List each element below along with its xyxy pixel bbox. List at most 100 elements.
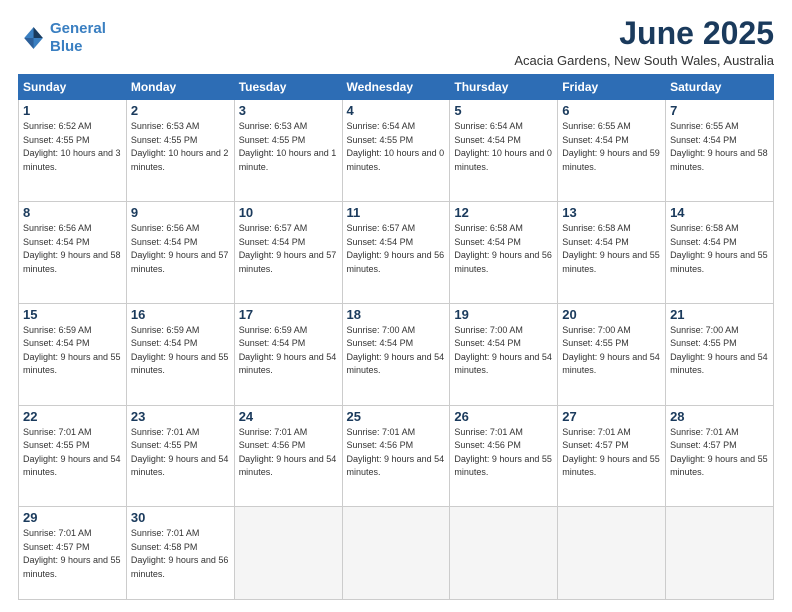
- day-number: 27: [562, 409, 661, 424]
- day-number: 25: [347, 409, 446, 424]
- day-info: Sunrise: 6:59 AM Sunset: 4:54 PM Dayligh…: [239, 324, 338, 378]
- table-row: [450, 507, 558, 600]
- col-saturday: Saturday: [666, 75, 774, 100]
- day-info: Sunrise: 7:01 AM Sunset: 4:57 PM Dayligh…: [670, 426, 769, 480]
- day-info: Sunrise: 6:56 AM Sunset: 4:54 PM Dayligh…: [23, 222, 122, 276]
- day-number: 10: [239, 205, 338, 220]
- table-row: 29 Sunrise: 7:01 AM Sunset: 4:57 PM Dayl…: [19, 507, 127, 600]
- calendar-row: 15 Sunrise: 6:59 AM Sunset: 4:54 PM Dayl…: [19, 303, 774, 405]
- logo-icon: [18, 24, 46, 52]
- day-info: Sunrise: 6:58 AM Sunset: 4:54 PM Dayligh…: [562, 222, 661, 276]
- table-row: 18 Sunrise: 7:00 AM Sunset: 4:54 PM Dayl…: [342, 303, 450, 405]
- day-info: Sunrise: 7:01 AM Sunset: 4:56 PM Dayligh…: [454, 426, 553, 480]
- day-info: Sunrise: 6:54 AM Sunset: 4:54 PM Dayligh…: [454, 120, 553, 174]
- day-info: Sunrise: 6:55 AM Sunset: 4:54 PM Dayligh…: [670, 120, 769, 174]
- day-number: 5: [454, 103, 553, 118]
- day-number: 4: [347, 103, 446, 118]
- table-row: 15 Sunrise: 6:59 AM Sunset: 4:54 PM Dayl…: [19, 303, 127, 405]
- day-number: 22: [23, 409, 122, 424]
- day-info: Sunrise: 7:01 AM Sunset: 4:55 PM Dayligh…: [23, 426, 122, 480]
- table-row: 8 Sunrise: 6:56 AM Sunset: 4:54 PM Dayli…: [19, 202, 127, 304]
- table-row: 2 Sunrise: 6:53 AM Sunset: 4:55 PM Dayli…: [126, 100, 234, 202]
- day-info: Sunrise: 6:53 AM Sunset: 4:55 PM Dayligh…: [239, 120, 338, 174]
- table-row: 7 Sunrise: 6:55 AM Sunset: 4:54 PM Dayli…: [666, 100, 774, 202]
- day-info: Sunrise: 6:54 AM Sunset: 4:55 PM Dayligh…: [347, 120, 446, 174]
- table-row: [666, 507, 774, 600]
- day-number: 13: [562, 205, 661, 220]
- day-number: 26: [454, 409, 553, 424]
- day-number: 16: [131, 307, 230, 322]
- day-info: Sunrise: 7:01 AM Sunset: 4:58 PM Dayligh…: [131, 527, 230, 581]
- day-number: 6: [562, 103, 661, 118]
- table-row: [558, 507, 666, 600]
- table-row: 10 Sunrise: 6:57 AM Sunset: 4:54 PM Dayl…: [234, 202, 342, 304]
- day-number: 24: [239, 409, 338, 424]
- logo-general: General: [50, 20, 106, 37]
- day-number: 29: [23, 510, 122, 525]
- day-info: Sunrise: 7:00 AM Sunset: 4:55 PM Dayligh…: [562, 324, 661, 378]
- day-number: 30: [131, 510, 230, 525]
- day-info: Sunrise: 7:01 AM Sunset: 4:57 PM Dayligh…: [562, 426, 661, 480]
- table-row: 9 Sunrise: 6:56 AM Sunset: 4:54 PM Dayli…: [126, 202, 234, 304]
- day-number: 23: [131, 409, 230, 424]
- table-row: 6 Sunrise: 6:55 AM Sunset: 4:54 PM Dayli…: [558, 100, 666, 202]
- day-info: Sunrise: 7:00 AM Sunset: 4:54 PM Dayligh…: [454, 324, 553, 378]
- col-sunday: Sunday: [19, 75, 127, 100]
- table-row: 25 Sunrise: 7:01 AM Sunset: 4:56 PM Dayl…: [342, 405, 450, 507]
- col-thursday: Thursday: [450, 75, 558, 100]
- table-row: 17 Sunrise: 6:59 AM Sunset: 4:54 PM Dayl…: [234, 303, 342, 405]
- calendar-row: 29 Sunrise: 7:01 AM Sunset: 4:57 PM Dayl…: [19, 507, 774, 600]
- day-number: 1: [23, 103, 122, 118]
- day-info: Sunrise: 6:57 AM Sunset: 4:54 PM Dayligh…: [347, 222, 446, 276]
- table-row: 24 Sunrise: 7:01 AM Sunset: 4:56 PM Dayl…: [234, 405, 342, 507]
- table-row: 16 Sunrise: 6:59 AM Sunset: 4:54 PM Dayl…: [126, 303, 234, 405]
- day-info: Sunrise: 6:52 AM Sunset: 4:55 PM Dayligh…: [23, 120, 122, 174]
- day-number: 14: [670, 205, 769, 220]
- day-number: 11: [347, 205, 446, 220]
- day-info: Sunrise: 6:55 AM Sunset: 4:54 PM Dayligh…: [562, 120, 661, 174]
- day-info: Sunrise: 7:00 AM Sunset: 4:55 PM Dayligh…: [670, 324, 769, 378]
- table-row: 22 Sunrise: 7:01 AM Sunset: 4:55 PM Dayl…: [19, 405, 127, 507]
- col-friday: Friday: [558, 75, 666, 100]
- day-info: Sunrise: 6:59 AM Sunset: 4:54 PM Dayligh…: [131, 324, 230, 378]
- day-number: 3: [239, 103, 338, 118]
- calendar-row: 22 Sunrise: 7:01 AM Sunset: 4:55 PM Dayl…: [19, 405, 774, 507]
- table-row: 11 Sunrise: 6:57 AM Sunset: 4:54 PM Dayl…: [342, 202, 450, 304]
- day-info: Sunrise: 7:00 AM Sunset: 4:54 PM Dayligh…: [347, 324, 446, 378]
- day-info: Sunrise: 7:01 AM Sunset: 4:57 PM Dayligh…: [23, 527, 122, 581]
- day-number: 19: [454, 307, 553, 322]
- day-number: 20: [562, 307, 661, 322]
- day-info: Sunrise: 6:58 AM Sunset: 4:54 PM Dayligh…: [670, 222, 769, 276]
- table-row: 13 Sunrise: 6:58 AM Sunset: 4:54 PM Dayl…: [558, 202, 666, 304]
- month-title: June 2025: [514, 16, 774, 51]
- table-row: 14 Sunrise: 6:58 AM Sunset: 4:54 PM Dayl…: [666, 202, 774, 304]
- table-row: 19 Sunrise: 7:00 AM Sunset: 4:54 PM Dayl…: [450, 303, 558, 405]
- day-number: 12: [454, 205, 553, 220]
- location-title: Acacia Gardens, New South Wales, Austral…: [514, 53, 774, 68]
- day-number: 7: [670, 103, 769, 118]
- day-number: 17: [239, 307, 338, 322]
- day-info: Sunrise: 6:56 AM Sunset: 4:54 PM Dayligh…: [131, 222, 230, 276]
- calendar-row: 1 Sunrise: 6:52 AM Sunset: 4:55 PM Dayli…: [19, 100, 774, 202]
- day-info: Sunrise: 7:01 AM Sunset: 4:56 PM Dayligh…: [347, 426, 446, 480]
- logo-blue: Blue: [50, 38, 83, 55]
- day-info: Sunrise: 7:01 AM Sunset: 4:56 PM Dayligh…: [239, 426, 338, 480]
- table-row: 23 Sunrise: 7:01 AM Sunset: 4:55 PM Dayl…: [126, 405, 234, 507]
- title-block: June 2025 Acacia Gardens, New South Wale…: [514, 16, 774, 68]
- table-row: 5 Sunrise: 6:54 AM Sunset: 4:54 PM Dayli…: [450, 100, 558, 202]
- col-wednesday: Wednesday: [342, 75, 450, 100]
- day-info: Sunrise: 6:53 AM Sunset: 4:55 PM Dayligh…: [131, 120, 230, 174]
- day-number: 18: [347, 307, 446, 322]
- day-info: Sunrise: 7:01 AM Sunset: 4:55 PM Dayligh…: [131, 426, 230, 480]
- day-number: 2: [131, 103, 230, 118]
- table-row: 1 Sunrise: 6:52 AM Sunset: 4:55 PM Dayli…: [19, 100, 127, 202]
- day-number: 8: [23, 205, 122, 220]
- calendar-table: Sunday Monday Tuesday Wednesday Thursday…: [18, 74, 774, 600]
- table-row: [234, 507, 342, 600]
- calendar-row: 8 Sunrise: 6:56 AM Sunset: 4:54 PM Dayli…: [19, 202, 774, 304]
- col-tuesday: Tuesday: [234, 75, 342, 100]
- table-row: 4 Sunrise: 6:54 AM Sunset: 4:55 PM Dayli…: [342, 100, 450, 202]
- calendar-header-row: Sunday Monday Tuesday Wednesday Thursday…: [19, 75, 774, 100]
- table-row: 20 Sunrise: 7:00 AM Sunset: 4:55 PM Dayl…: [558, 303, 666, 405]
- day-number: 9: [131, 205, 230, 220]
